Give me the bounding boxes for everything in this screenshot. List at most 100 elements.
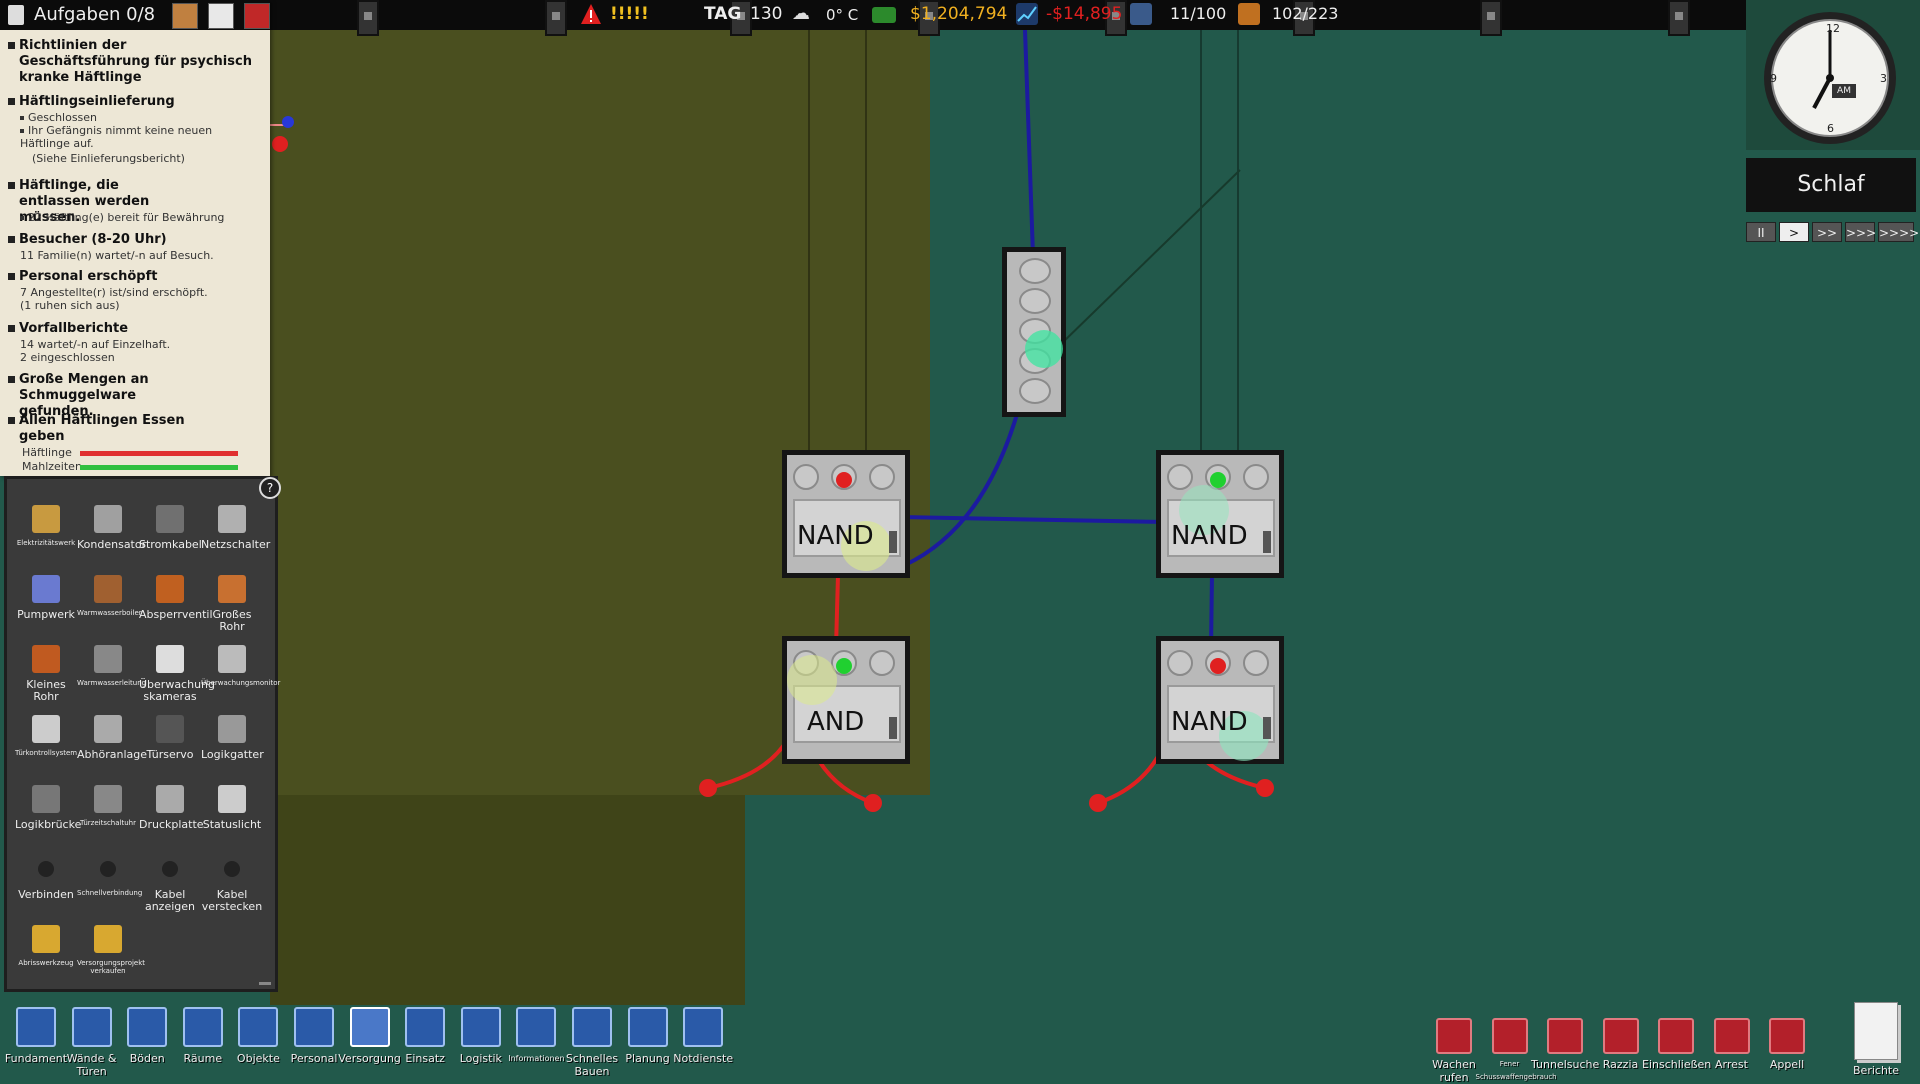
wire-endpoint[interactable] <box>699 779 717 797</box>
wire-endpoint[interactable] <box>272 136 288 152</box>
build-item-connect[interactable]: Verbinden <box>15 849 77 919</box>
build-item-show-cables[interactable]: Kabel anzeigen <box>139 849 201 919</box>
chart-icon[interactable] <box>1016 3 1038 25</box>
action-tunnel-search[interactable]: Tunnelsuche <box>1531 1014 1599 1080</box>
gate-nand-top-right[interactable]: NAND <box>1156 450 1284 578</box>
toolbar-floors[interactable]: Böden <box>121 1004 173 1080</box>
gate-and-bottom-left[interactable]: AND <box>782 636 910 764</box>
action-lockdown[interactable]: Einschließen <box>1642 1014 1711 1080</box>
reports-button[interactable]: Berichte <box>1846 1002 1906 1080</box>
build-item-door-timer[interactable]: Türzeitschaltuhr <box>77 779 139 849</box>
toolbar-staff[interactable]: Personal <box>288 1004 340 1080</box>
task-subitem: 7 Angestellte(r) ist/sind erschöpft. <box>20 286 208 299</box>
action-bang-up[interactable]: Arrest <box>1706 1014 1758 1080</box>
build-item-demolish-tool[interactable]: Abrisswerkzeug <box>15 919 77 989</box>
alert-marks[interactable]: !!!!! <box>610 4 649 24</box>
gate-nand-bottom-right[interactable]: NAND <box>1156 636 1284 764</box>
help-button[interactable]: ? <box>259 477 281 499</box>
planning-icon <box>627 1007 668 1047</box>
build-item-hot-water-pipe[interactable]: Warmwasserleitung <box>77 639 146 709</box>
hot-water-pipe-icon <box>94 645 122 673</box>
task-item[interactable]: Häftlingseinlieferung <box>8 94 264 110</box>
action-fire-arms[interactable]: Fener Schusswaffengebrauch <box>1476 1014 1557 1081</box>
wire-endpoint[interactable] <box>282 116 294 128</box>
build-item-small-pipe[interactable]: Kleines Rohr <box>15 639 77 709</box>
build-item-logic-gate[interactable]: Logikgatter <box>201 709 264 779</box>
wire-endpoint[interactable] <box>1256 779 1274 797</box>
build-item-capacitor[interactable]: Kondensator <box>77 499 147 569</box>
gate-nand-top-left[interactable]: NAND <box>782 450 910 578</box>
toolbar-label: Böden <box>129 1052 165 1065</box>
toolbar-utilities[interactable]: Versorgung <box>338 1004 401 1080</box>
build-item-hide-cables[interactable]: Kabel verstecken <box>201 849 263 919</box>
toolbar-label: Versorgung <box>338 1052 401 1065</box>
toolbar-deploy[interactable]: Einsatz <box>399 1004 451 1080</box>
cctv-camera-icon <box>156 645 184 673</box>
advisor-icon[interactable] <box>172 3 198 29</box>
money[interactable]: $1,204,794 <box>910 4 1007 24</box>
lockdown-icon <box>1658 1018 1694 1054</box>
toolbar-emergency[interactable]: Notdienste <box>673 1004 733 1080</box>
toolbar-rooms[interactable]: Räume <box>177 1004 229 1080</box>
build-item-pressure-plate[interactable]: Druckplatte <box>139 779 204 849</box>
menu-resize-handle[interactable] <box>259 982 271 985</box>
speed-normal-button[interactable]: > <box>1779 222 1809 242</box>
build-item-logic-bridge[interactable]: Logikbrücke <box>15 779 81 849</box>
logic-bridge[interactable] <box>1002 247 1066 417</box>
warning-icon[interactable] <box>580 3 602 25</box>
toolbar-logistics[interactable]: Logistik <box>455 1004 507 1080</box>
cash-icon <box>872 7 896 23</box>
toolbar-walls-doors[interactable]: Wände & Türen <box>66 1004 118 1080</box>
balance[interactable]: -$14,895 <box>1046 4 1122 24</box>
report-icon[interactable] <box>208 3 234 29</box>
toolbar-planning[interactable]: Planung <box>622 1004 674 1080</box>
task-item[interactable]: Richtlinien der Geschäftsführung für psy… <box>8 38 264 86</box>
grant-icon[interactable] <box>244 3 270 29</box>
build-item-door-servo[interactable]: Türservo <box>139 709 201 779</box>
task-item[interactable]: Personal erschöpft <box>8 269 264 285</box>
wire-endpoint[interactable] <box>864 794 882 812</box>
build-item-door-control[interactable]: Türkontrollsystem <box>15 709 77 779</box>
toolbar-quick-build[interactable]: Schnelles Bauen <box>566 1004 618 1080</box>
build-item-water-boiler[interactable]: Warmwasserboiler <box>77 569 142 639</box>
toolbar-information[interactable]: Informationen <box>508 1004 565 1080</box>
speed-faster-button[interactable]: >>> <box>1845 222 1876 242</box>
build-item-quick-connect[interactable]: Schnellverbindung <box>77 849 142 919</box>
build-item-pump-station[interactable]: Pumpwerk <box>15 569 77 639</box>
build-item-power-cable[interactable]: Stromkabel <box>139 499 202 569</box>
foundation-icon <box>16 1007 56 1047</box>
build-item-power-station[interactable]: Elektrizitätswerk <box>15 499 77 569</box>
task-item[interactable]: Allen Häftlingen Essen geben <box>8 413 264 445</box>
game-world[interactable]: NAND NAND AND NAND <box>0 0 1920 1080</box>
speed-pause-button[interactable]: II <box>1746 222 1776 242</box>
sell-utilities-icon <box>94 925 122 953</box>
build-item-cctv-camera[interactable]: Überwachung skameras <box>139 639 215 709</box>
action-roll-call[interactable]: Appell <box>1761 1014 1813 1080</box>
task-item[interactable]: Vorfallberichte <box>8 321 264 337</box>
build-item-label: Druckplatte <box>139 818 204 831</box>
build-item-cctv-monitor[interactable]: Überwachungsmonitor <box>201 639 280 709</box>
staff-count[interactable]: 11/100 <box>1170 4 1226 23</box>
build-item-label: Kondensator <box>77 538 147 551</box>
wire-endpoint[interactable] <box>1089 794 1107 812</box>
build-item-shutoff-valve[interactable]: Absperrventil <box>139 569 213 639</box>
cctv-monitor-icon <box>218 645 246 673</box>
build-item-large-pipe[interactable]: Großes Rohr <box>201 569 263 639</box>
toolbar-foundation[interactable]: Fundament <box>5 1004 67 1080</box>
toolbar-objects[interactable]: Objekte <box>232 1004 284 1080</box>
speed-fast-button[interactable]: >> <box>1812 222 1842 242</box>
shutoff-valve-icon <box>156 575 184 603</box>
task-panel-header[interactable]: Aufgaben 0/8 <box>0 0 270 30</box>
action-shakedown[interactable]: Razzia <box>1595 1014 1647 1080</box>
prisoner-count[interactable]: 102/223 <box>1272 4 1338 23</box>
action-call-guards[interactable]: Wachen rufen <box>1428 1014 1480 1084</box>
build-item-sell-utilities[interactable]: Versorgungsprojekt verkaufen <box>77 919 145 989</box>
tasks-title[interactable]: Aufgaben 0/8 <box>34 4 155 25</box>
task-item[interactable]: Besucher (8-20 Uhr) <box>8 232 264 248</box>
build-item-power-switch[interactable]: Netzschalter <box>201 499 270 569</box>
build-item-phone-tap[interactable]: Abhöranlage <box>77 709 147 779</box>
speed-fastest-button[interactable]: >>>> <box>1878 222 1919 242</box>
regime-schedule[interactable]: Schlaf <box>1746 158 1916 212</box>
clock-icon[interactable]: 9 3 12 6 <box>1760 8 1900 148</box>
build-item-status-light[interactable]: Statuslicht <box>201 779 263 849</box>
